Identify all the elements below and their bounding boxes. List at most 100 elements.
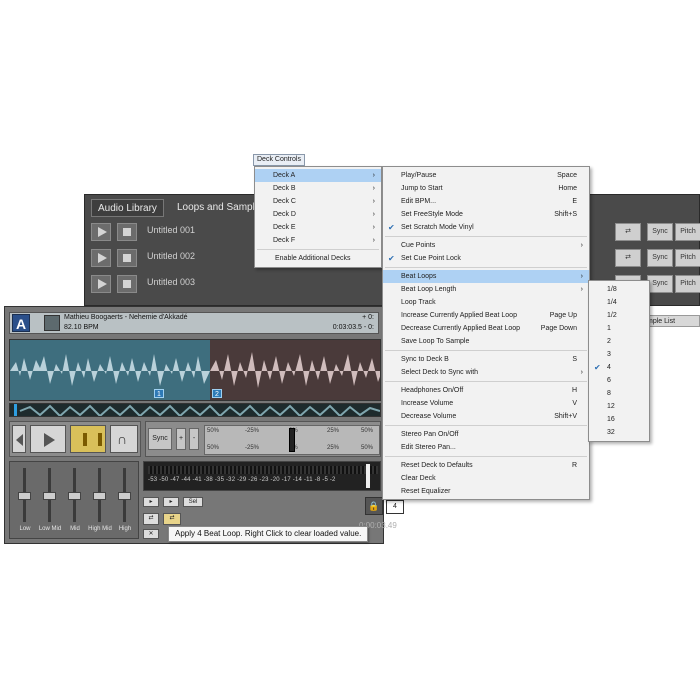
pitch-scale-label: 50% xyxy=(207,428,220,434)
menu-item-jump-to-start[interactable]: Jump to Start Home xyxy=(383,182,589,195)
beat-loops-menu: 1/8 1/4 1/2 1 2 3 ✔ 4 6 8 12 16 32 xyxy=(588,280,650,442)
track-overview[interactable] xyxy=(9,403,381,417)
eq-slider-handle[interactable] xyxy=(68,492,81,500)
volume-handle[interactable] xyxy=(366,464,370,488)
menu-item-decrease-beat-loop[interactable]: Decrease Currently Applied Beat Loop Page… xyxy=(383,322,589,335)
stop-button[interactable] xyxy=(117,275,137,293)
menu-item-sync-to-deck-b[interactable]: Sync to Deck B S xyxy=(383,353,589,366)
close-icon[interactable]: ✕ xyxy=(143,529,159,539)
menu-item-loop-track[interactable]: Loop Track xyxy=(383,296,589,309)
menu-item-reset-equalizer[interactable]: Reset Equalizer xyxy=(383,485,589,498)
eq-slider-handle[interactable] xyxy=(118,492,131,500)
menu-item-play-pause[interactable]: Play/Pause Space xyxy=(383,169,589,182)
menu-item-loop-6[interactable]: 6 xyxy=(589,374,649,387)
menu-item-label: Set Scratch Mode Vinyl xyxy=(401,224,474,231)
menu-item-headphones[interactable]: Headphones On/Off H xyxy=(383,384,589,397)
menu-item-loop-1-8[interactable]: 1/8 xyxy=(589,283,649,296)
menu-item-deck-d[interactable]: Deck D › xyxy=(255,208,381,221)
stop-button[interactable] xyxy=(117,249,137,267)
select-button[interactable]: Sel xyxy=(183,497,203,507)
menu-item-loop-16[interactable]: 16 xyxy=(589,413,649,426)
menu-item-clear-deck[interactable]: Clear Deck xyxy=(383,472,589,485)
menu-item-loop-1-4[interactable]: 1/4 xyxy=(589,296,649,309)
menu-item-loop-8[interactable]: 8 xyxy=(589,387,649,400)
pause-button[interactable] xyxy=(70,425,106,453)
sync-button[interactable]: Sync xyxy=(647,275,673,293)
pitch-minus-button[interactable]: - xyxy=(189,428,199,450)
menu-item-deck-b[interactable]: Deck B › xyxy=(255,182,381,195)
pitch-slider-handle[interactable] xyxy=(289,428,295,452)
menu-item-loop-1-2[interactable]: 1/2 xyxy=(589,309,649,322)
waveform-display[interactable]: 1 2 xyxy=(9,339,381,401)
small-play-button[interactable]: ▸ xyxy=(143,497,159,507)
cue-marker-2[interactable]: 2 xyxy=(212,389,222,398)
eq-slider-handle[interactable] xyxy=(18,492,31,500)
tab-sample-list[interactable]: mple List xyxy=(642,315,700,327)
menu-item-label: 12 xyxy=(607,403,615,410)
headphones-button[interactable]: ∩ xyxy=(110,425,138,453)
pitch-slider[interactable]: 50% -25% 0% 25% 50% 50% -25% 0% 25% 50% xyxy=(204,425,380,455)
menu-item-select-deck-to-sync[interactable]: Select Deck to Sync with › xyxy=(383,366,589,379)
decks-menu: Deck A › Deck B › Deck C › Deck D › Deck E › … xyxy=(254,166,382,268)
menu-item-set-scratch-mode-vinyl[interactable]: ✔ Set Scratch Mode Vinyl xyxy=(383,221,589,234)
volume-meter[interactable]: -53 -50 -47 -44 -41 -38 -35 -32 -29 -26 … xyxy=(143,461,381,491)
play-button[interactable] xyxy=(91,223,111,241)
loop-icon[interactable]: ⇄ xyxy=(615,249,641,267)
stop-button[interactable] xyxy=(117,223,137,241)
pitch-button[interactable]: Pitch xyxy=(675,223,700,241)
menu-item-edit-stereo-pan[interactable]: Edit Stereo Pan... xyxy=(383,441,589,454)
small-next-button[interactable]: ▸ xyxy=(163,497,179,507)
menu-item-increase-beat-loop[interactable]: Increase Currently Applied Beat Loop Page… xyxy=(383,309,589,322)
menu-item-stereo-pan[interactable]: Stereo Pan On/Off xyxy=(383,428,589,441)
play-button[interactable] xyxy=(91,275,111,293)
menu-item-loop-12[interactable]: 12 xyxy=(589,400,649,413)
menu-item-cue-points[interactable]: Cue Points › xyxy=(383,239,589,252)
menu-item-loop-1[interactable]: 1 xyxy=(589,322,649,335)
menu-item-beat-loop-length[interactable]: Beat Loop Length › xyxy=(383,283,589,296)
loop-icon[interactable]: ⇄ xyxy=(615,223,641,241)
menu-item-deck-e[interactable]: Deck E › xyxy=(255,221,381,234)
loop-count-field[interactable]: 4 xyxy=(386,500,404,514)
menu-item-reset-deck[interactable]: Reset Deck to Defaults R xyxy=(383,459,589,472)
menu-item-set-freestyle-mode[interactable]: Set FreeStyle Mode Shift+S xyxy=(383,208,589,221)
sync-button[interactable]: Sync xyxy=(148,428,172,450)
eq-slider-handle[interactable] xyxy=(43,492,56,500)
menu-item-deck-a[interactable]: Deck A › xyxy=(255,169,381,182)
menu-item-deck-f[interactable]: Deck F › xyxy=(255,234,381,247)
menu-item-increase-volume[interactable]: Increase Volume V xyxy=(383,397,589,410)
menu-item-label: Edit Stereo Pan... xyxy=(401,444,456,451)
previous-button[interactable] xyxy=(12,425,26,453)
menu-item-enable-additional-decks[interactable]: Enable Additional Decks xyxy=(255,252,381,265)
pitch-button[interactable]: Pitch xyxy=(675,275,700,293)
pitch-plus-button[interactable]: + xyxy=(176,428,186,450)
meter-bar xyxy=(148,466,378,474)
menu-item-deck-c[interactable]: Deck C › xyxy=(255,195,381,208)
menu-item-edit-bpm[interactable]: Edit BPM... E xyxy=(383,195,589,208)
sync-button[interactable]: Sync xyxy=(647,249,673,267)
play-button[interactable] xyxy=(30,425,66,453)
deck-letter-badge[interactable]: A xyxy=(12,314,30,332)
playhead[interactable] xyxy=(14,404,17,416)
menu-item-loop-2[interactable]: 2 xyxy=(589,335,649,348)
shortcut-label: S xyxy=(572,356,577,363)
menu-item-label: Beat Loops xyxy=(401,273,437,280)
deck-controls-menu-title[interactable]: Deck Controls xyxy=(253,154,305,166)
menu-item-save-loop-to-sample[interactable]: Save Loop To Sample xyxy=(383,335,589,348)
cue-marker-1[interactable]: 1 xyxy=(154,389,164,398)
lock-icon[interactable]: 🔒 xyxy=(365,497,383,515)
menu-item-loop-32[interactable]: 32 xyxy=(589,426,649,439)
menu-item-loop-4[interactable]: ✔ 4 xyxy=(589,361,649,374)
menu-item-label: Increase Volume xyxy=(401,400,454,407)
menu-item-beat-loops[interactable]: Beat Loops › xyxy=(383,270,589,283)
sync-button[interactable]: Sync xyxy=(647,223,673,241)
menu-item-loop-3[interactable]: 3 xyxy=(589,348,649,361)
loop-active-icon[interactable]: ⇄ xyxy=(163,513,181,525)
pitch-button[interactable]: Pitch xyxy=(675,249,700,267)
menu-item-decrease-volume[interactable]: Decrease Volume Shift+V xyxy=(383,410,589,423)
loop-icon[interactable]: ⇄ xyxy=(143,513,159,525)
menu-item-set-cue-point-lock[interactable]: ✔ Set Cue Point Lock xyxy=(383,252,589,265)
tooltip: Apply 4 Beat Loop. Right Click to clear … xyxy=(168,526,369,542)
play-button[interactable] xyxy=(91,249,111,267)
tab-audio-library[interactable]: Audio Library xyxy=(91,199,164,217)
eq-slider-handle[interactable] xyxy=(93,492,106,500)
